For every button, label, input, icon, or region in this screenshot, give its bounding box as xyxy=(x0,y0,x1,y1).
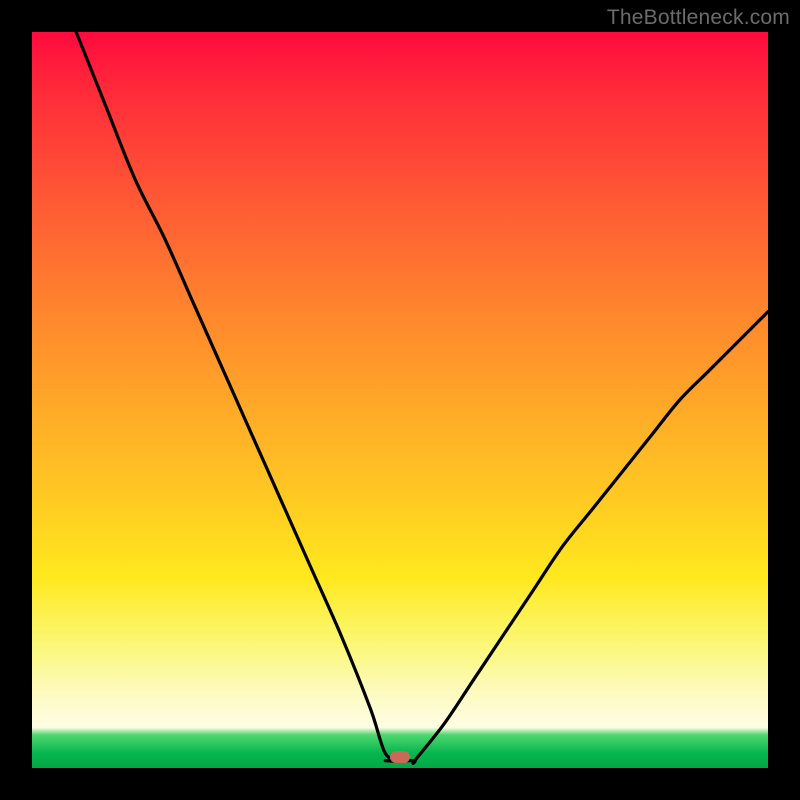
chart-frame: TheBottleneck.com xyxy=(0,0,800,800)
bottleneck-marker xyxy=(390,751,410,763)
watermark-text: TheBottleneck.com xyxy=(607,6,790,30)
plot-area xyxy=(32,32,768,768)
bottleneck-curve xyxy=(32,32,768,768)
